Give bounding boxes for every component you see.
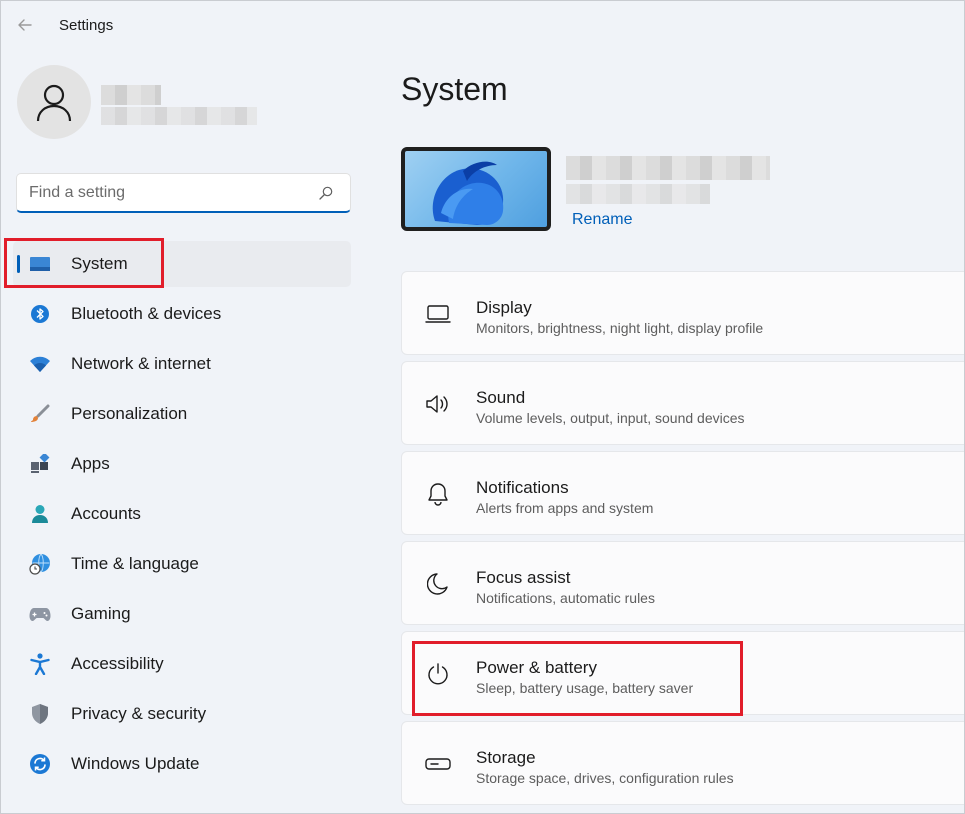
sidebar-item-label: Accessibility [71,654,164,673]
card-title: Display [476,298,532,317]
selection-indicator [17,255,20,273]
card-storage[interactable]: Storage Storage space, drives, configura… [401,721,964,805]
sidebar-item-label: Time & language [71,554,199,573]
card-notifications[interactable]: Notifications Alerts from apps and syste… [401,451,964,535]
card-title: Storage [476,748,536,767]
storage-icon [424,750,452,778]
device-name-redacted [566,156,770,180]
page-title: System [401,71,508,107]
card-focus-assist[interactable]: Focus assist Notifications, automatic ru… [401,541,964,625]
brush-icon [29,403,51,425]
card-subtitle: Notifications, automatic rules [476,590,655,606]
card-power-battery[interactable]: Power & battery Sleep, battery usage, ba… [401,631,964,715]
card-subtitle: Sleep, battery usage, battery saver [476,680,694,696]
sidebar-item-privacy-security[interactable]: Privacy & security [13,691,351,737]
accessibility-icon [29,653,51,675]
power-icon [424,660,452,688]
sidebar-item-label: Bluetooth & devices [71,304,222,323]
card-title: Notifications [476,478,569,497]
system-display-icon [29,253,51,275]
sidebar-item-label: Accounts [71,504,141,523]
sidebar-item-personalization[interactable]: Personalization [13,391,351,437]
sidebar-item-windows-update[interactable]: Windows Update [13,741,351,787]
search-input[interactable] [29,183,316,202]
card-subtitle: Storage space, drives, configuration rul… [476,770,734,786]
device-model-redacted [566,184,710,204]
sidebar-item-accessibility[interactable]: Accessibility [13,641,351,687]
card-title: Focus assist [476,568,571,587]
sidebar-item-label: Network & internet [71,354,211,373]
wallpaper-bloom-icon [432,161,504,225]
card-subtitle: Volume levels, output, input, sound devi… [476,410,745,426]
sidebar-item-label: Apps [71,454,110,473]
sidebar-item-label: Windows Update [71,754,200,773]
sidebar-item-apps[interactable]: Apps [13,441,351,487]
bell-icon [424,480,452,508]
accounts-icon [29,503,51,525]
search-icon[interactable] [316,183,336,203]
avatar[interactable] [17,65,91,139]
back-button[interactable] [11,11,39,39]
title-bar: Settings [1,1,964,49]
settings-window: Settings System [0,0,965,814]
card-display[interactable]: Display Monitors, brightness, night ligh… [401,271,964,355]
gamepad-icon [29,603,51,625]
update-icon [29,753,51,775]
card-title: Sound [476,388,526,407]
sidebar-item-gaming[interactable]: Gaming [13,591,351,637]
profile-name-redacted [101,85,161,105]
card-title: Power & battery [476,658,597,677]
sidebar-item-label: System [71,254,128,273]
card-subtitle: Alerts from apps and system [476,500,654,516]
rename-link[interactable]: Rename [572,211,632,229]
sidebar-item-time-language[interactable]: Time & language [13,541,351,587]
card-sound[interactable]: Sound Volume levels, output, input, soun… [401,361,964,445]
profile-email-redacted [101,107,257,125]
sidebar-item-bluetooth[interactable]: Bluetooth & devices [13,291,351,337]
speaker-icon [424,390,452,418]
sidebar-item-label: Personalization [71,404,188,423]
display-icon [424,300,452,328]
sidebar-item-label: Gaming [71,604,131,623]
sidebar-item-accounts[interactable]: Accounts [13,491,351,537]
sidebar-item-network[interactable]: Network & internet [13,341,351,387]
sidebar-item-system[interactable]: System [13,241,351,287]
bluetooth-icon [29,303,51,325]
device-thumbnail [401,147,551,231]
app-title: Settings [59,17,114,34]
back-arrow-icon [18,19,32,31]
card-subtitle: Monitors, brightness, night light, displ… [476,320,764,336]
shield-icon [29,703,51,725]
globe-clock-icon [29,553,51,575]
sidebar-item-label: Privacy & security [71,704,207,723]
wifi-icon [29,353,51,375]
apps-icon [29,453,51,475]
moon-icon [424,570,452,598]
search-box[interactable] [16,173,351,213]
user-icon [36,84,72,122]
